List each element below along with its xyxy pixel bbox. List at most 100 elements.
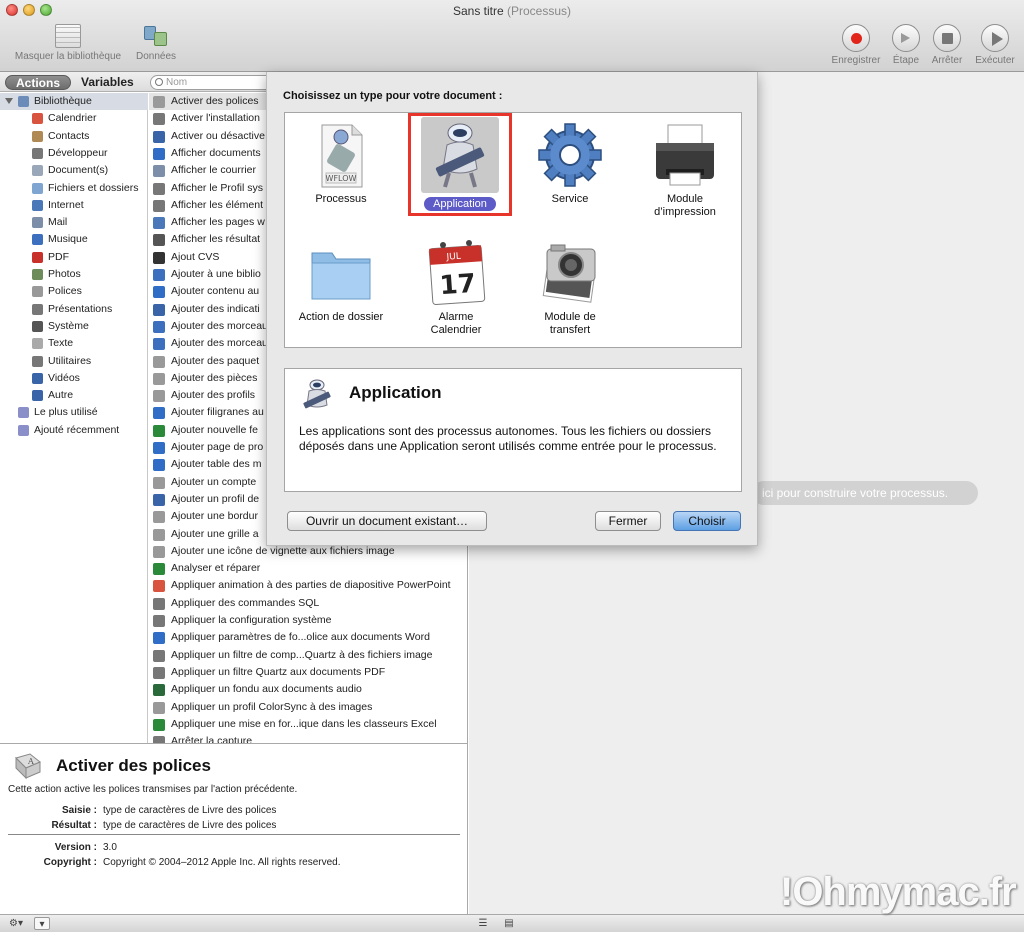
gear-icon (537, 121, 603, 191)
action-item[interactable]: Appliquer un filtre de comp...Quartz à d… (149, 647, 467, 664)
category-item[interactable]: Contacts (0, 128, 148, 145)
action-icon (153, 251, 165, 264)
description-title: Activer des polices (56, 756, 211, 775)
action-item[interactable]: Arrêter la capture (149, 733, 467, 743)
disclosure-triangle-icon[interactable] (5, 98, 13, 104)
category-icon (32, 199, 43, 211)
list-view-button[interactable]: ☰ (476, 917, 490, 930)
open-existing-button[interactable]: Ouvrir un document existant… (287, 511, 487, 531)
record-button[interactable]: Enregistrer (827, 24, 885, 66)
category-item[interactable]: Développeur (0, 145, 148, 162)
category-item[interactable]: Calendrier (0, 110, 148, 127)
category-item[interactable]: Système (0, 318, 148, 335)
category-item[interactable]: Fichiers et dossiers (0, 180, 148, 197)
type-service[interactable]: Service (514, 121, 626, 206)
category-item[interactable]: Mail (0, 214, 148, 231)
action-item[interactable]: Appliquer une mise en for...ique dans le… (149, 716, 467, 733)
category-item[interactable]: Ajouté récemment (0, 422, 148, 439)
action-icon (153, 338, 165, 351)
automator-robot-icon (421, 117, 499, 193)
step-button[interactable]: Étape (887, 24, 925, 66)
action-item[interactable]: Appliquer la configuration système (149, 612, 467, 629)
category-item[interactable]: Musique (0, 231, 148, 248)
category-item[interactable]: Présentations (0, 301, 148, 318)
action-item[interactable]: Analyser et réparer (149, 560, 467, 577)
action-icon (153, 286, 165, 299)
action-label: Appliquer un profil ColorSync à des imag… (171, 700, 373, 713)
category-item[interactable]: Le plus utilisé (0, 404, 148, 421)
log-view-button[interactable]: ▤ (502, 917, 516, 930)
type-processus[interactable]: WFLOW Processus (285, 121, 397, 206)
search-placeholder: Nom (166, 77, 188, 88)
tab-actions[interactable]: Actions (5, 75, 72, 90)
type-calendar-alarm[interactable]: JUL 17 Alarme Calendrier (400, 239, 512, 337)
action-item[interactable]: Appliquer animation à des parties de dia… (149, 577, 467, 594)
type-image-capture[interactable]: Module de transfert (514, 239, 626, 337)
type-print-plugin[interactable]: Module d’impression (629, 121, 741, 219)
camera-icon (537, 239, 603, 309)
action-label: Ajouter des indicati (171, 302, 260, 315)
result-label: Résultat : (51, 820, 97, 831)
close-button[interactable]: Fermer (595, 511, 661, 531)
data-button[interactable]: Données (132, 24, 180, 62)
run-label: Exécuter (975, 55, 1015, 66)
workflow-file-icon: WFLOW (308, 121, 374, 191)
type-application[interactable]: Application (404, 117, 516, 211)
tab-variables[interactable]: Variables (71, 75, 144, 90)
action-item[interactable]: Appliquer un filtre Quartz aux documents… (149, 664, 467, 681)
action-label: Ajouter des morceau (171, 319, 268, 332)
choose-button[interactable]: Choisir (673, 511, 741, 531)
category-icon (32, 234, 43, 246)
action-label: Afficher le Profil sys (171, 181, 264, 194)
gear-menu-button[interactable]: ⚙▾ (4, 917, 28, 930)
type-info-panel: Application Les applications sont des pr… (284, 368, 742, 492)
action-label: Ajouter des profils (171, 389, 256, 402)
action-label: Afficher les pages w (171, 216, 265, 229)
category-item[interactable]: Polices (0, 283, 148, 300)
action-label: Ajouter des paquet (171, 354, 260, 367)
run-button[interactable]: Exécuter (972, 24, 1018, 66)
category-item[interactable]: Autre (0, 387, 148, 404)
hide-library-button[interactable]: Masquer la bibliothèque (8, 24, 128, 62)
category-icon (32, 269, 43, 280)
category-icon (32, 147, 43, 159)
action-label: Ajouter un profil de (171, 492, 260, 505)
library-icon (55, 24, 81, 48)
category-label: Le plus utilisé (34, 406, 98, 419)
description-divider (8, 834, 460, 835)
action-item[interactable]: Appliquer paramètres de fo...olice aux d… (149, 629, 467, 646)
action-icon (153, 407, 165, 420)
type-application-label: Application (424, 197, 496, 211)
step-icon (892, 24, 920, 52)
category-list: Bibliothèque Calendrier Contacts Développeu… (0, 93, 148, 743)
category-item[interactable]: Bibliothèque (0, 93, 148, 110)
category-item[interactable]: Document(s) (0, 162, 148, 179)
category-icon (18, 407, 29, 419)
action-item[interactable]: Appliquer un profil ColorSync à des imag… (149, 699, 467, 716)
wflow-badge: WFLOW (326, 174, 357, 183)
category-item[interactable]: Internet (0, 197, 148, 214)
action-item[interactable]: Appliquer des commandes SQL (149, 595, 467, 612)
category-item[interactable]: Photos (0, 266, 148, 283)
action-icon (153, 217, 165, 230)
action-item[interactable]: Appliquer un fondu aux documents audio (149, 681, 467, 698)
category-label: Ajouté récemment (34, 423, 120, 436)
action-label: Appliquer animation à des parties de dia… (171, 579, 451, 592)
step-label: Étape (892, 55, 920, 66)
action-icon (153, 632, 165, 645)
window-subtitle: (Processus) (507, 4, 572, 18)
stop-button[interactable]: Arrêter (928, 24, 966, 66)
description-toggle-button[interactable]: ▾ (34, 917, 50, 930)
input-value: type de caractères de Livre des polices (103, 805, 277, 816)
category-icon (32, 372, 43, 384)
search-input[interactable]: Nom (150, 75, 280, 90)
type-folder-action[interactable]: Action de dossier (285, 239, 397, 324)
category-item[interactable]: PDF (0, 249, 148, 266)
search-icon (155, 78, 163, 86)
category-item[interactable]: Vidéos (0, 370, 148, 387)
window-title-text: Sans titre (452, 4, 504, 18)
category-item[interactable]: Texte (0, 335, 148, 352)
version-label: Version : (54, 842, 97, 853)
category-item[interactable]: Utilitaires (0, 353, 148, 370)
category-icon (32, 113, 43, 125)
